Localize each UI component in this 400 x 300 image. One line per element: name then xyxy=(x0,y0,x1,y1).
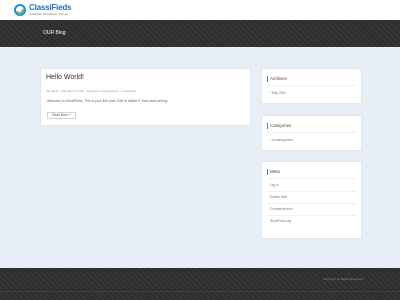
categories-widget: Categories › Uncategorized xyxy=(261,115,362,151)
post-category[interactable]: Uncategorized xyxy=(101,89,119,93)
post-author[interactable]: admin xyxy=(51,89,59,93)
meta-link-comments-feed[interactable]: Comments feed xyxy=(270,207,293,211)
meta-widget: Meta Log in Entries feed Comments feed W… xyxy=(261,161,362,239)
meta-link-entries-feed[interactable]: Entries feed xyxy=(270,195,287,199)
category-link-uncategorized[interactable]: › Uncategorized xyxy=(270,138,293,142)
widget-accent-bar xyxy=(267,123,268,129)
logo-name: ClassiFieds xyxy=(29,3,72,12)
copyright-text: Copyright All Rights Reserved xyxy=(323,277,363,281)
post-date: May 25 2020 xyxy=(67,89,84,93)
list-divider xyxy=(267,203,356,204)
widget-accent-bar xyxy=(267,76,268,82)
page-banner: OUR Blog xyxy=(0,20,400,47)
categories-title: Categories xyxy=(270,123,292,128)
list-divider xyxy=(267,191,356,192)
widget-accent-bar xyxy=(267,169,268,175)
widget-divider xyxy=(267,178,356,179)
archive-link-may-2020[interactable]: › May 2020 xyxy=(270,91,286,95)
post-meta-by-label: By xyxy=(47,89,51,93)
meta-link-log-in[interactable]: Log in xyxy=(270,183,279,187)
site-logo[interactable]: ClassiFieds Classified WordPress Theme xyxy=(14,3,74,18)
meta-link-wordpress-org[interactable]: WordPress.org xyxy=(270,219,291,223)
archives-widget: Archives › May 2020 xyxy=(261,68,362,104)
logo-tagline: Classified WordPress Theme xyxy=(29,12,68,16)
post-meta: By admin Date May 25 2020 Categories Unc… xyxy=(47,89,135,93)
post-title[interactable]: Hello World! xyxy=(46,74,84,81)
widget-divider xyxy=(267,132,356,133)
list-divider xyxy=(267,215,356,216)
widget-divider xyxy=(267,85,356,86)
post-meta-categories-label: Categories xyxy=(86,89,100,93)
page-title: OUR Blog xyxy=(43,30,66,36)
archive-link-label: May 2020 xyxy=(271,91,286,95)
site-footer: Copyright All Rights Reserved xyxy=(0,268,400,300)
read-more-button[interactable]: Read More » xyxy=(47,112,76,119)
site-header: ClassiFieds Classified WordPress Theme xyxy=(0,0,400,20)
category-link-label: Uncategorized xyxy=(271,138,293,142)
post-excerpt: Welcome to WordPress. This is your first… xyxy=(47,99,168,103)
archives-title: Archives xyxy=(270,76,287,81)
blog-post-card: Hello World! By admin Date May 25 2020 C… xyxy=(40,68,251,126)
meta-title: Meta xyxy=(270,169,280,174)
logo-check-icon xyxy=(14,4,26,16)
post-comments-link[interactable]: 1 Comment xyxy=(121,89,135,93)
footer-divider xyxy=(0,291,400,292)
post-meta-date-label: Date xyxy=(61,89,67,93)
